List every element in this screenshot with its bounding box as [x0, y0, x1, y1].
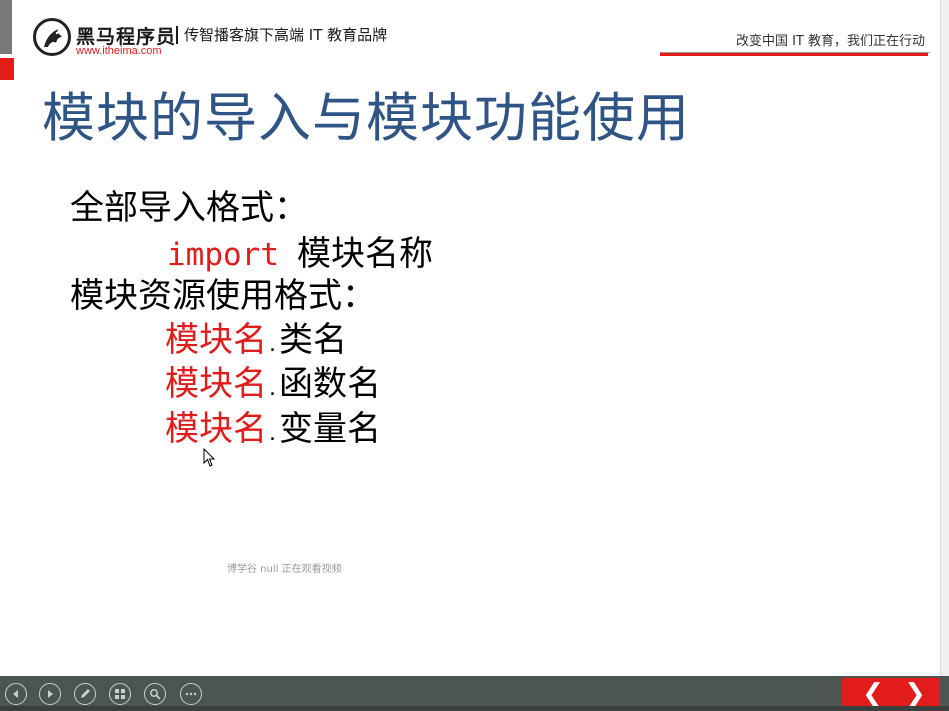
- brand-slogan: 改变中国 IT 教育，我们正在行动: [735, 34, 925, 49]
- brand-tagline: 传智播客旗下高端 IT 教育品牌: [176, 26, 387, 44]
- usage-line-variable: 模块名.变量名: [165, 401, 381, 450]
- class-name-label: 类名: [279, 320, 347, 360]
- next-icon[interactable]: [39, 683, 61, 705]
- slide-header: 黑马程序员 www.itheima.com 传智播客旗下高端 IT 教育品牌 改…: [0, 0, 949, 60]
- slide-title: 模块的导入与模块功能使用: [42, 88, 690, 149]
- slides-icon[interactable]: [109, 683, 131, 705]
- module-name-label: 模块名: [165, 409, 267, 449]
- dot-separator: .: [269, 332, 276, 357]
- resource-usage-heading: 模块资源使用格式：: [70, 276, 376, 316]
- next-slide-button[interactable]: ❯: [900, 680, 930, 708]
- viewer-watermark: 博学谷 null 正在观看视频: [227, 564, 342, 575]
- mouse-cursor-icon: [203, 447, 217, 472]
- pen-icon[interactable]: [74, 683, 96, 705]
- usage-line-function: 模块名.函数名: [165, 356, 381, 405]
- module-name-label: 模块名: [165, 364, 267, 404]
- slide-page: 黑马程序员 www.itheima.com 传智播客旗下高端 IT 教育品牌 改…: [0, 0, 949, 711]
- zoom-icon[interactable]: [144, 683, 166, 705]
- previous-slide-button[interactable]: ❮: [858, 680, 888, 708]
- module-name-label: 模块名: [165, 320, 267, 360]
- more-icon[interactable]: [180, 683, 202, 705]
- dot-separator: .: [269, 376, 276, 401]
- variable-name-label: 变量名: [279, 409, 381, 449]
- bottom-edge: [0, 706, 949, 711]
- function-name-label: 函数名: [279, 364, 381, 404]
- dot-separator: .: [269, 421, 276, 446]
- brand-url: www.itheima.com: [76, 45, 162, 57]
- usage-line-class: 模块名.类名: [165, 312, 347, 361]
- header-rule-red: [660, 53, 928, 56]
- horse-logo-icon: [33, 18, 71, 56]
- import-format-heading: 全部导入格式：: [70, 188, 308, 228]
- left-red-marker: [0, 58, 14, 80]
- previous-icon[interactable]: [5, 683, 27, 705]
- vertical-scrollbar[interactable]: [940, 0, 949, 676]
